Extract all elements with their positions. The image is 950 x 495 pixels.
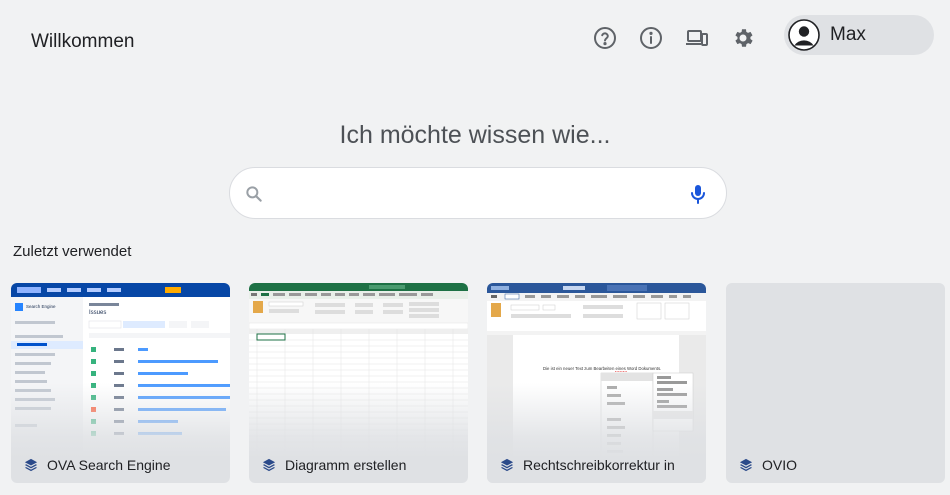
layers-icon <box>24 458 38 472</box>
recent-section-label: Zuletzt verwendet <box>13 243 132 260</box>
header-actions <box>590 23 774 53</box>
devices-icon[interactable] <box>682 23 712 53</box>
thumb-document-text: Die ist ein neuer Text zum Bearbeiten ei… <box>543 366 661 371</box>
user-name: Max <box>830 24 866 45</box>
microphone-icon[interactable] <box>686 182 710 206</box>
search-box[interactable] <box>229 167 727 219</box>
card-caption: Diagramm erstellen <box>262 457 406 473</box>
card-title: Rechtschreibkorrektur in <box>523 457 675 473</box>
avatar-icon <box>788 19 820 51</box>
recent-card-rechtschreibkorrektur[interactable]: Die ist ein neuer Text zum Bearbeiten ei… <box>487 283 706 483</box>
recent-card-ova-search-engine[interactable]: Search Engine Issues OVA Search Engine <box>11 283 230 483</box>
card-caption: OVIO <box>739 457 797 473</box>
thumb-project-name: Search Engine <box>26 304 56 309</box>
card-title: Diagramm erstellen <box>285 457 407 473</box>
layers-icon <box>262 458 276 472</box>
layers-icon <box>500 458 514 472</box>
card-caption: OVA Search Engine <box>24 457 170 473</box>
search-input[interactable] <box>276 178 676 208</box>
card-caption: Rechtschreibkorrektur in <box>500 457 675 473</box>
help-icon[interactable] <box>590 23 620 53</box>
recent-card-ovio[interactable]: OVIO <box>726 283 945 483</box>
user-profile-button[interactable]: Max <box>784 15 934 55</box>
search-headline: Ich möchte wissen wie... <box>339 121 611 149</box>
recent-card-diagramm-erstellen[interactable]: Diagramm erstellen <box>249 283 468 483</box>
card-title: OVA Search Engine <box>47 457 171 473</box>
page-title: Willkommen <box>31 31 135 52</box>
search-icon <box>246 186 262 202</box>
info-icon[interactable] <box>636 23 666 53</box>
layers-icon <box>739 458 753 472</box>
thumb-section-title: Issues <box>89 310 106 316</box>
gear-icon[interactable] <box>728 23 758 53</box>
card-title: OVIO <box>762 457 798 473</box>
